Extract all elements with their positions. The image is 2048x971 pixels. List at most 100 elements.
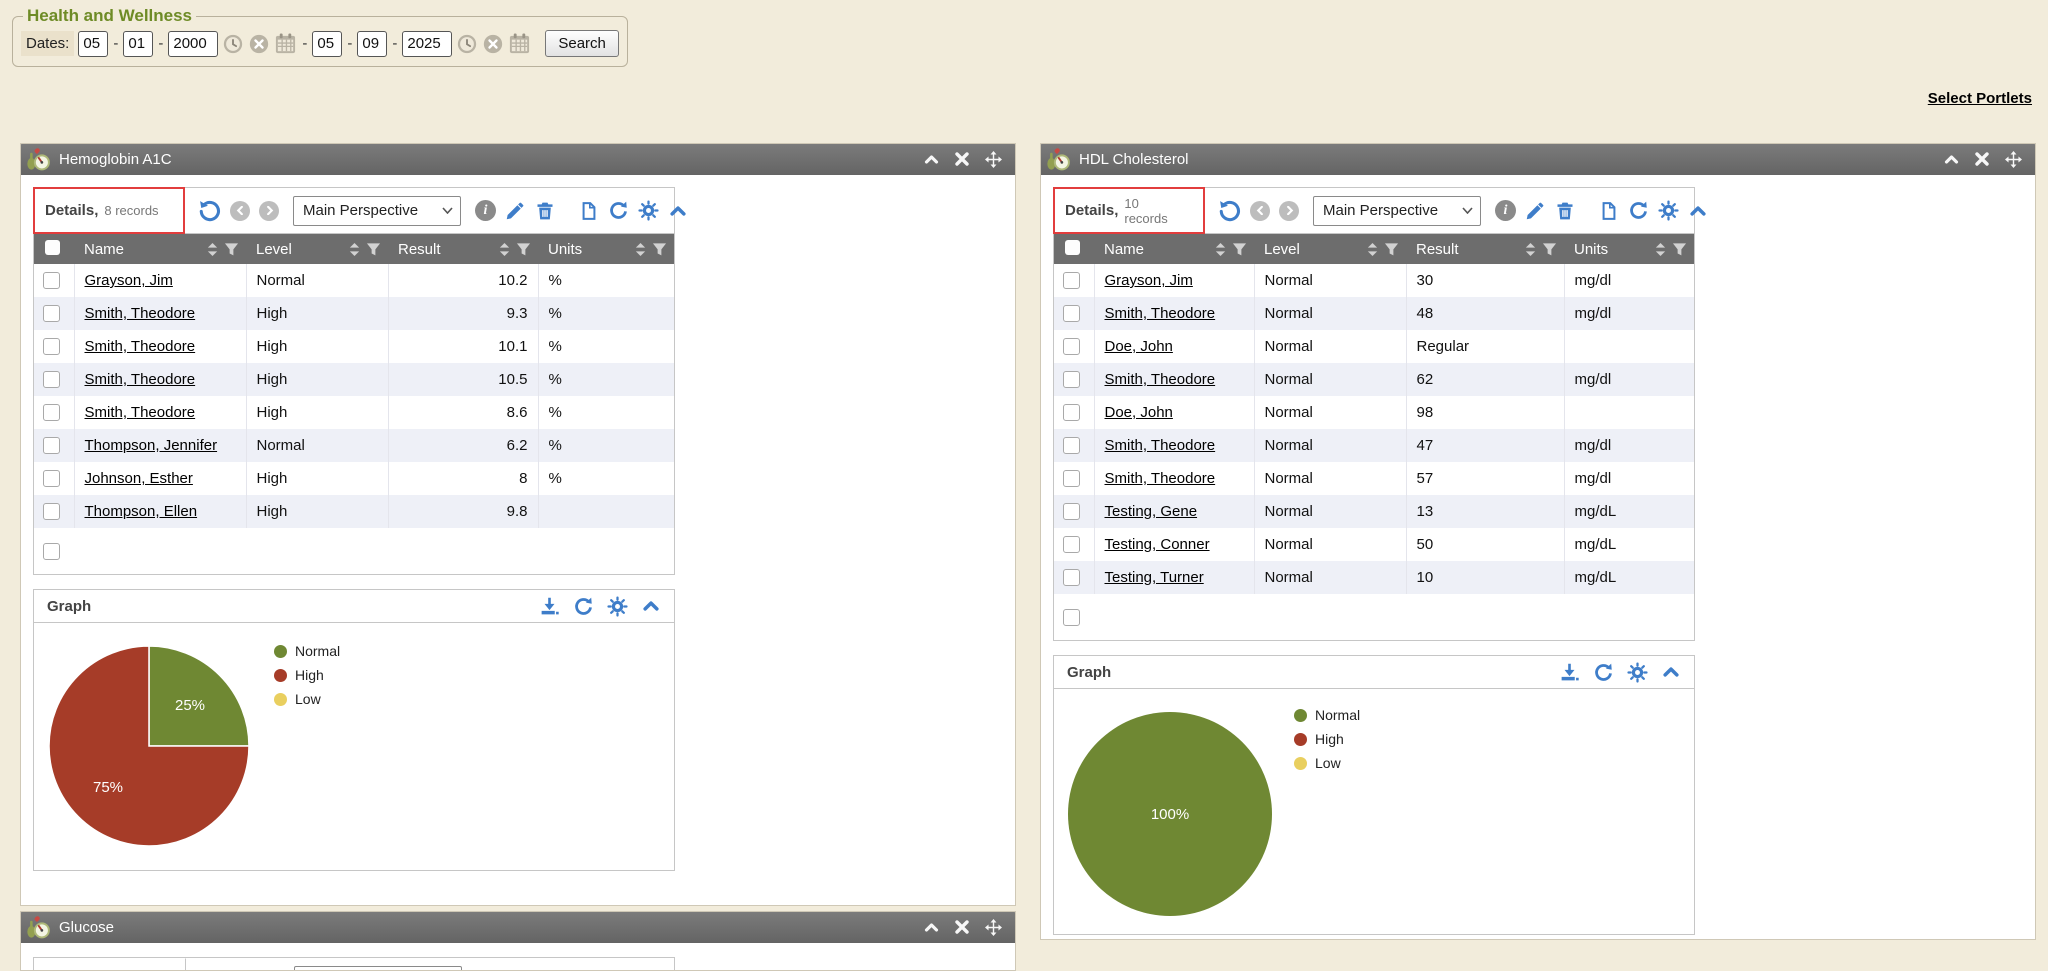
close-portlet-icon[interactable] [1975, 152, 1989, 166]
patient-link[interactable]: Smith, Theodore [85, 371, 196, 388]
patient-link[interactable]: Grayson, Jim [85, 272, 173, 289]
row-checkbox[interactable] [43, 404, 60, 421]
delete-trash-icon[interactable] [535, 201, 555, 221]
patient-link[interactable]: Thompson, Jennifer [85, 437, 218, 454]
new-page-icon[interactable] [1599, 201, 1619, 221]
patient-link[interactable]: Smith, Theodore [1105, 437, 1216, 454]
perspective-select[interactable] [294, 966, 462, 971]
to-clear-icon[interactable] [482, 33, 504, 55]
undo-icon[interactable] [1218, 199, 1241, 222]
row-checkbox[interactable] [1063, 503, 1080, 520]
row-checkbox[interactable] [43, 503, 60, 520]
row-checkbox[interactable] [43, 272, 60, 289]
select-all-checkbox[interactable] [1065, 240, 1080, 255]
forward-icon[interactable] [1279, 201, 1299, 221]
select-all-checkbox[interactable] [45, 240, 60, 255]
patient-link[interactable]: Testing, Gene [1105, 503, 1198, 520]
row-checkbox[interactable] [43, 543, 60, 560]
patient-link[interactable]: Smith, Theodore [85, 338, 196, 355]
from-time-clock-icon[interactable] [222, 33, 244, 55]
to-month-input[interactable] [312, 31, 342, 57]
perspective-select[interactable]: Main Perspective [293, 196, 461, 226]
patient-link[interactable]: Thompson, Ellen [85, 503, 198, 520]
row-checkbox[interactable] [43, 338, 60, 355]
delete-trash-icon[interactable] [1555, 201, 1575, 221]
patient-link[interactable]: Smith, Theodore [85, 404, 196, 421]
edit-pencil-icon[interactable] [1525, 200, 1546, 221]
settings-gear-icon[interactable] [1658, 200, 1679, 221]
row-checkbox[interactable] [1063, 470, 1080, 487]
row-checkbox[interactable] [43, 305, 60, 322]
row-checkbox[interactable] [43, 470, 60, 487]
move-portlet-icon[interactable] [985, 151, 1002, 168]
sort-icon[interactable] [634, 242, 647, 257]
new-page-icon[interactable] [579, 201, 599, 221]
row-checkbox[interactable] [1063, 272, 1080, 289]
settings-gear-icon[interactable] [607, 596, 628, 617]
filter-funnel-icon[interactable] [652, 242, 667, 257]
collapse-section-icon[interactable] [1688, 201, 1708, 221]
collapse-portlet-icon[interactable] [1944, 152, 1959, 167]
sort-icon[interactable] [1214, 242, 1227, 257]
search-button[interactable]: Search [545, 30, 619, 57]
to-year-input[interactable] [402, 31, 452, 57]
sort-icon[interactable] [1654, 242, 1667, 257]
sort-icon[interactable] [1524, 242, 1537, 257]
filter-funnel-icon[interactable] [1384, 242, 1399, 257]
sort-icon[interactable] [1366, 242, 1379, 257]
to-day-input[interactable] [357, 31, 387, 57]
from-day-input[interactable] [123, 31, 153, 57]
filter-funnel-icon[interactable] [1232, 242, 1247, 257]
patient-link[interactable]: Smith, Theodore [1105, 470, 1216, 487]
sort-icon[interactable] [206, 242, 219, 257]
close-portlet-icon[interactable] [955, 152, 969, 166]
patient-link[interactable]: Grayson, Jim [1105, 272, 1193, 289]
info-icon[interactable]: i [1495, 200, 1516, 221]
filter-funnel-icon[interactable] [224, 242, 239, 257]
from-clear-icon[interactable] [248, 33, 270, 55]
filter-funnel-icon[interactable] [1672, 242, 1687, 257]
patient-link[interactable]: Doe, John [1105, 404, 1173, 421]
patient-link[interactable]: Testing, Turner [1105, 569, 1204, 586]
select-portlets-link[interactable]: Select Portlets [1928, 90, 2032, 107]
sort-icon[interactable] [348, 242, 361, 257]
collapse-section-icon[interactable] [668, 201, 688, 221]
row-checkbox[interactable] [1063, 305, 1080, 322]
filter-funnel-icon[interactable] [366, 242, 381, 257]
collapse-section-icon[interactable] [1661, 662, 1681, 682]
info-icon[interactable]: i [475, 200, 496, 221]
collapse-portlet-icon[interactable] [924, 152, 939, 167]
back-icon[interactable] [1250, 201, 1270, 221]
refresh-icon[interactable] [1628, 200, 1649, 221]
refresh-icon[interactable] [608, 200, 629, 221]
to-calendar-icon[interactable] [508, 32, 531, 55]
collapse-section-icon[interactable] [641, 596, 661, 616]
patient-link[interactable]: Smith, Theodore [1105, 305, 1216, 322]
filter-funnel-icon[interactable] [516, 242, 531, 257]
edit-pencil-icon[interactable] [505, 200, 526, 221]
row-checkbox[interactable] [1063, 437, 1080, 454]
row-checkbox[interactable] [1063, 404, 1080, 421]
refresh-icon[interactable] [573, 596, 594, 617]
undo-icon[interactable] [198, 199, 221, 222]
row-checkbox[interactable] [43, 437, 60, 454]
close-portlet-icon[interactable] [955, 920, 969, 934]
sort-icon[interactable] [498, 242, 511, 257]
patient-link[interactable]: Smith, Theodore [85, 305, 196, 322]
from-calendar-icon[interactable] [274, 32, 297, 55]
move-portlet-icon[interactable] [985, 919, 1002, 936]
download-icon[interactable] [1559, 662, 1580, 683]
patient-link[interactable]: Testing, Conner [1105, 536, 1210, 553]
row-checkbox[interactable] [1063, 609, 1080, 626]
row-checkbox[interactable] [1063, 371, 1080, 388]
collapse-portlet-icon[interactable] [924, 920, 939, 935]
row-checkbox[interactable] [1063, 569, 1080, 586]
settings-gear-icon[interactable] [638, 200, 659, 221]
forward-icon[interactable] [259, 201, 279, 221]
back-icon[interactable] [230, 201, 250, 221]
patient-link[interactable]: Doe, John [1105, 338, 1173, 355]
row-checkbox[interactable] [1063, 536, 1080, 553]
filter-funnel-icon[interactable] [1542, 242, 1557, 257]
perspective-select[interactable]: Main Perspective [1313, 196, 1481, 226]
row-checkbox[interactable] [1063, 338, 1080, 355]
